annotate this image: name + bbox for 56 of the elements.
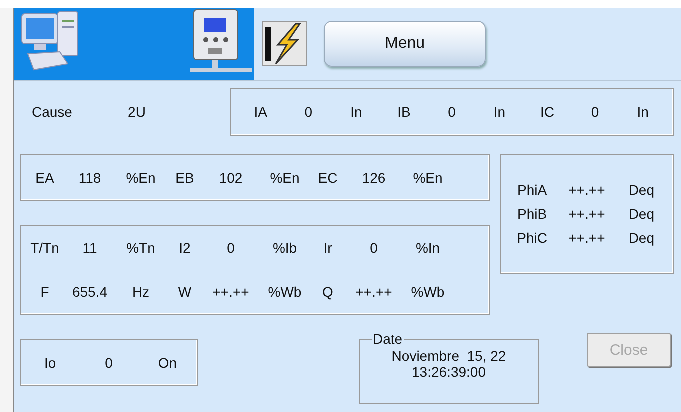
field-unit: In <box>492 104 507 120</box>
field-unit: Deq <box>628 182 656 198</box>
field-value: 655.4 <box>71 284 109 300</box>
field-unit: %Wb <box>410 284 446 300</box>
cause-value: 2U <box>127 104 147 120</box>
field-value: 0 <box>304 104 314 120</box>
field-unit: In <box>636 104 650 120</box>
field-value: 118 <box>78 170 102 186</box>
field-label: I2 <box>178 240 192 256</box>
field-value: 0 <box>447 104 457 120</box>
field-unit: Hz <box>131 284 151 300</box>
field-value: ++.++ <box>354 284 394 300</box>
field-label: Q <box>322 284 334 300</box>
lightning-icon <box>262 21 308 67</box>
field-value: ++.++ <box>212 284 250 300</box>
field-unit: %En <box>412 170 444 186</box>
field-label: T/Tn <box>30 240 60 256</box>
field-unit: In <box>350 104 364 120</box>
date-legend: Date <box>372 331 404 347</box>
relay-device-icon <box>190 8 252 74</box>
field-value: 11 <box>82 240 98 256</box>
field-label: IA <box>253 104 268 120</box>
field-label: IB <box>396 104 412 120</box>
field-unit: %Tn <box>126 240 156 256</box>
field-value: ++.++ <box>568 206 606 222</box>
field-label: PhiC <box>516 230 548 246</box>
field-unit: %En <box>269 170 301 186</box>
field-unit: Deq <box>628 230 656 246</box>
field-unit: %Ib <box>272 240 298 256</box>
field-unit: On <box>157 354 178 370</box>
field-label: PhiA <box>516 182 548 198</box>
field-value: 0 <box>226 240 236 256</box>
field-value: 126 <box>361 170 387 186</box>
field-value: 0 <box>369 240 379 256</box>
field-unit: %In <box>414 240 442 256</box>
field-label: EC <box>317 170 339 186</box>
field-label: Io <box>43 354 58 370</box>
field-unit: %Wb <box>267 284 303 300</box>
field-label: Ir <box>322 240 334 256</box>
field-label: PhiB <box>516 206 548 222</box>
field-value: 0 <box>104 354 114 370</box>
field-value: 102 <box>218 170 244 186</box>
field-unit: %En <box>125 170 157 186</box>
date-text: Noviembre 15, 22 <box>392 348 506 364</box>
field-label: EA <box>34 170 56 186</box>
field-value: ++.++ <box>568 182 606 198</box>
field-label: EB <box>174 170 196 186</box>
cause-label: Cause <box>32 104 74 120</box>
menu-button[interactable]: Menu <box>324 21 486 67</box>
field-unit: Deq <box>628 206 656 222</box>
field-value: ++.++ <box>568 230 606 246</box>
field-value: 0 <box>590 104 600 120</box>
date-text: 13:26:39:00 <box>412 364 486 380</box>
field-label: W <box>177 284 193 300</box>
field-label: F <box>40 284 50 300</box>
field-label: IC <box>540 104 556 120</box>
